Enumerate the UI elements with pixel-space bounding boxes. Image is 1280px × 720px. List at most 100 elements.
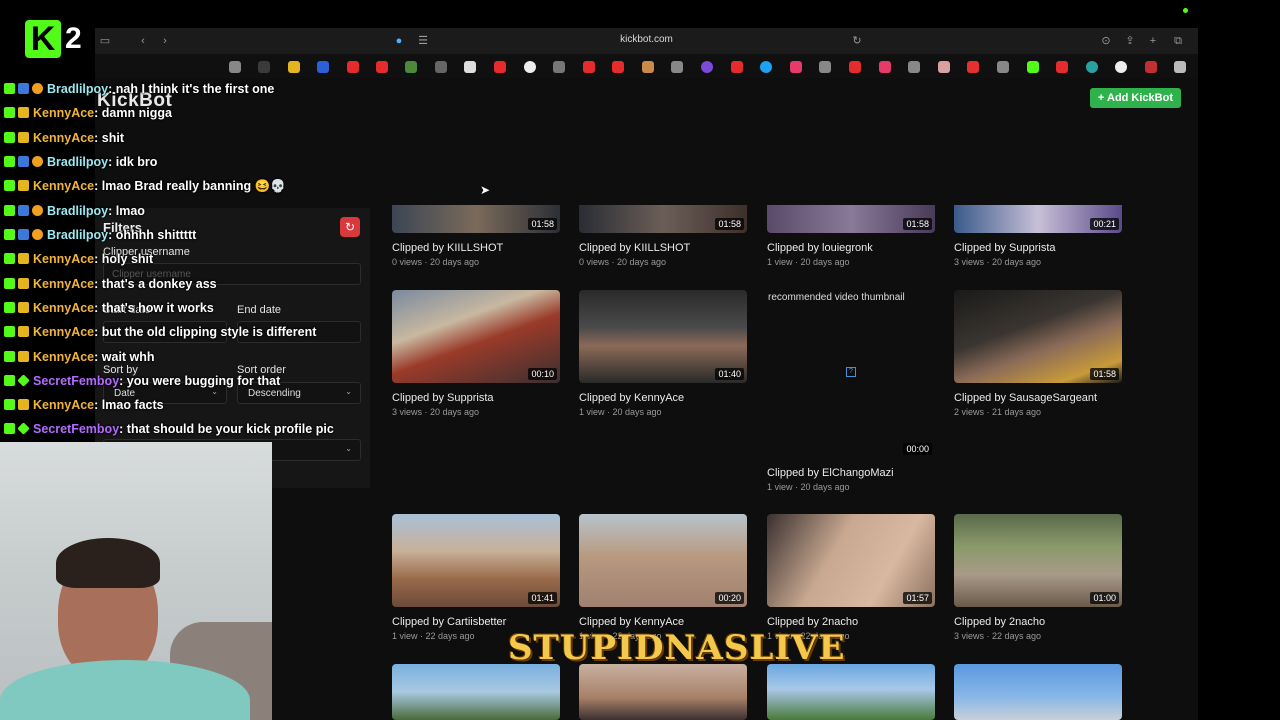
favorite-blue-icon[interactable]	[760, 61, 772, 73]
favorite-youtube-icon[interactable]	[376, 61, 388, 73]
favorite-x-icon[interactable]	[229, 61, 241, 73]
clip-title[interactable]: Clipped by KIILLSHOT	[392, 242, 560, 254]
clip-thumbnail[interactable]	[954, 664, 1122, 720]
clip-title[interactable]: Clipped by KIILLSHOT	[579, 242, 747, 254]
clip-card[interactable]: 00:20 Clipped by KennyAce 1 view · 22 da…	[579, 514, 747, 641]
favorite-green-icon[interactable]	[405, 61, 417, 73]
clip-thumbnail[interactable]: 00:21	[954, 205, 1122, 233]
clip-card[interactable]: 01:00 Clipped by 2nacho 3 views · 22 day…	[954, 514, 1122, 641]
share-icon[interactable]: ⇪	[1122, 33, 1138, 49]
refresh-button[interactable]: ↻	[340, 217, 360, 237]
clip-title[interactable]: Clipped by Supprista	[392, 392, 560, 404]
favorite-youtube-icon[interactable]	[612, 61, 624, 73]
clip-title[interactable]: Clipped by Cartiisbetter	[392, 616, 560, 628]
favorite-github-icon[interactable]	[464, 61, 476, 73]
clip-thumbnail[interactable]: recommended video thumbnail ? 00:00	[767, 290, 935, 458]
clip-card[interactable]: recommended video thumbnail ? 00:00 Clip…	[767, 290, 935, 492]
chat-message: KennyAce: lmao facts	[4, 394, 164, 416]
kick-badge-icon	[4, 326, 15, 337]
favorite-gray-icon[interactable]	[435, 61, 447, 73]
clip-card[interactable]: 01:41 Clipped by Cartiisbetter 1 view · …	[392, 514, 560, 641]
favorite-pink-icon[interactable]	[790, 61, 802, 73]
clip-card[interactable]: 00:10 Clipped by Supprista 3 views · 20 …	[392, 290, 560, 417]
clip-title[interactable]: Clipped by Supprista	[954, 242, 1122, 254]
clip-title[interactable]: Clipped by louiegronk	[767, 242, 935, 254]
favorite-youtube-icon[interactable]	[731, 61, 743, 73]
clip-title[interactable]: Clipped by ElChangoMazi	[767, 467, 935, 479]
stream-overlay-title: STUPIDNASLIVE	[508, 628, 846, 668]
chat-username: Bradlilpoy	[47, 82, 109, 96]
favorite-google-icon[interactable]	[524, 61, 536, 73]
clip-card[interactable]: 01:58 Clipped by SausageSargeant 2 views…	[954, 290, 1122, 417]
reload-icon[interactable]: ↻	[849, 33, 865, 49]
favorite-gray-icon[interactable]	[671, 61, 683, 73]
download-icon[interactable]: ⊙	[1098, 33, 1114, 49]
favorite-youtube-icon[interactable]	[849, 61, 861, 73]
favorite-youtube-icon[interactable]	[347, 61, 359, 73]
clip-thumbnail[interactable]	[767, 664, 935, 720]
clip-card[interactable]: 01:58 Clipped by louiegronk 1 view · 20 …	[767, 205, 935, 267]
clip-thumbnail[interactable]	[392, 664, 560, 720]
favorite-shield-icon[interactable]	[288, 61, 300, 73]
favorite-x-icon[interactable]	[997, 61, 1009, 73]
clip-card[interactable]	[579, 664, 747, 720]
add-kickbot-button[interactable]: + Add KickBot	[1089, 88, 1181, 108]
favorite-youtube-icon[interactable]	[1056, 61, 1068, 73]
favorite-google-icon[interactable]	[1115, 61, 1127, 73]
favorite-x-icon[interactable]	[908, 61, 920, 73]
favorite-r-icon[interactable]	[317, 61, 329, 73]
clip-thumbnail[interactable]: 01:58	[954, 290, 1122, 383]
favorite-kick-icon[interactable]	[1027, 61, 1039, 73]
new-tab-icon[interactable]: +	[1145, 33, 1161, 49]
favorite-gmail-icon[interactable]	[1145, 61, 1157, 73]
clip-thumbnail[interactable]: 01:40	[579, 290, 747, 383]
clip-card[interactable]: 01:58 Clipped by KIILLSHOT 0 views · 20 …	[579, 205, 747, 267]
clip-card[interactable]: 00:21 Clipped by Supprista 3 views · 20 …	[954, 205, 1122, 267]
tab-overview-icon[interactable]: ⧉	[1170, 33, 1186, 49]
clip-card[interactable]: 01:58 Clipped by KIILLSHOT 0 views · 20 …	[392, 205, 560, 267]
clip-meta: 0 views · 20 days ago	[579, 257, 667, 267]
clip-title[interactable]: Clipped by 2nacho	[954, 616, 1122, 628]
favorite-youtube-icon[interactable]	[494, 61, 506, 73]
address-bar[interactable]: kickbot.com	[95, 34, 1198, 45]
clip-card[interactable]: 01:57 Clipped by 2nacho 1 view · 22 days…	[767, 514, 935, 641]
kick-badge-icon	[4, 423, 15, 434]
clip-duration: 01:40	[715, 368, 744, 380]
clip-thumbnail[interactable]: 01:41	[392, 514, 560, 607]
kick-badge-icon	[4, 229, 15, 240]
favorite-gray-icon[interactable]	[819, 61, 831, 73]
favorite-steam-icon[interactable]	[258, 61, 270, 73]
clip-thumbnail[interactable]: 00:10	[392, 290, 560, 383]
clip-card[interactable]: 01:40 Clipped by KennyAce 1 view · 20 da…	[579, 290, 747, 417]
favorite-pink-icon[interactable]	[879, 61, 891, 73]
clip-title[interactable]: Clipped by SausageSargeant	[954, 392, 1122, 404]
clip-card[interactable]	[767, 664, 935, 720]
favorite-p-icon[interactable]	[1174, 61, 1186, 73]
subscriber-badge-icon	[17, 374, 30, 387]
clip-thumbnail[interactable]: 01:57	[767, 514, 935, 607]
favorite-s-icon[interactable]	[553, 61, 565, 73]
chat-message: Bradlilpoy: ohhhh shittttt	[4, 224, 196, 246]
clip-thumbnail[interactable]: 01:58	[392, 205, 560, 233]
favorite-youtube-icon[interactable]	[583, 61, 595, 73]
clip-duration: 00:20	[715, 592, 744, 604]
clip-title[interactable]: Clipped by 2nacho	[767, 616, 935, 628]
chat-text: : that's a donkey ass	[94, 277, 217, 291]
clip-thumbnail[interactable]: 00:20	[579, 514, 747, 607]
clip-thumbnail[interactable]: 01:00	[954, 514, 1122, 607]
favorite-teal-icon[interactable]	[1086, 61, 1098, 73]
favorite-cup-icon[interactable]	[642, 61, 654, 73]
kick-badge-icon	[4, 302, 15, 313]
clip-meta: 3 views · 20 days ago	[392, 407, 480, 417]
favorite-purple-icon[interactable]	[701, 61, 713, 73]
clip-card[interactable]	[392, 664, 560, 720]
clip-duration: 01:00	[1090, 592, 1119, 604]
clip-title[interactable]: Clipped by KennyAce	[579, 616, 747, 628]
clip-thumbnail[interactable]: 01:58	[767, 205, 935, 233]
clip-title[interactable]: Clipped by KennyAce	[579, 392, 747, 404]
clip-thumbnail[interactable]	[579, 664, 747, 720]
favorite-mail-icon[interactable]	[938, 61, 950, 73]
favorite-a-icon[interactable]	[967, 61, 979, 73]
clip-card[interactable]	[954, 664, 1122, 720]
clip-thumbnail[interactable]: 01:58	[579, 205, 747, 233]
